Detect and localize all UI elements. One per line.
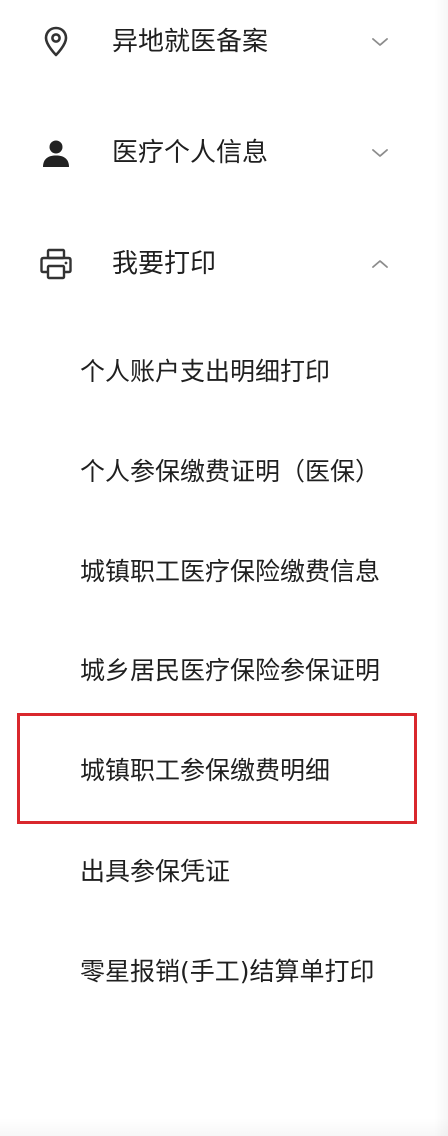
submenu-item-label: 个人参保缴费证明（医保） (80, 457, 381, 486)
menu-section-label: 异地就医备案 (112, 27, 269, 57)
submenu-item-label: 个人账户支出明细打印 (80, 357, 331, 386)
menu-section-remote-medical-filing[interactable]: 异地就医备案 (0, 2, 448, 82)
submenu-item-personal-account-expense-print[interactable]: 个人账户支出明细打印 (0, 337, 448, 407)
submenu-item-label: 城镇职工医疗保险缴费信息 (80, 557, 381, 586)
chevron-down-icon[interactable] (368, 30, 392, 54)
menu-section-print[interactable]: 我要打印 (0, 224, 448, 304)
person-icon (38, 135, 74, 171)
location-pin-icon (38, 24, 74, 60)
submenu-item-urban-employee-medical-payment-info[interactable]: 城镇职工医疗保险缴费信息 (0, 537, 448, 607)
printer-icon (38, 246, 74, 282)
submenu-item-urban-rural-resident-insurance-certificate[interactable]: 城乡居民医疗保险参保证明 (0, 636, 448, 706)
submenu-item-personal-insurance-payment-certificate[interactable]: 个人参保缴费证明（医保） (0, 437, 448, 507)
submenu-item-manual-reimbursement-statement-print[interactable]: 零星报销(手工)结算单打印 (0, 937, 448, 1007)
submenu-item-label: 零星报销(手工)结算单打印 (80, 957, 375, 986)
panel-bottom-shadow (0, 1118, 448, 1136)
menu-section-medical-personal-info[interactable]: 医疗个人信息 (0, 113, 448, 193)
submenu-item-issue-insurance-voucher[interactable]: 出具参保凭证 (0, 837, 448, 907)
menu-section-label: 我要打印 (112, 249, 217, 279)
chevron-up-icon[interactable] (368, 252, 392, 276)
submenu-item-label: 出具参保凭证 (80, 857, 231, 886)
submenu-item-urban-employee-payment-details[interactable]: 城镇职工参保缴费明细 (0, 736, 448, 806)
side-menu: 异地就医备案 医疗个人信息 我要打印 个人账户支出明细打印 个人参保缴费证明（医… (0, 0, 448, 1136)
chevron-down-icon[interactable] (368, 141, 392, 165)
submenu-item-label: 城乡居民医疗保险参保证明 (80, 656, 381, 685)
menu-section-label: 医疗个人信息 (112, 138, 269, 168)
submenu-item-label: 城镇职工参保缴费明细 (80, 756, 331, 785)
